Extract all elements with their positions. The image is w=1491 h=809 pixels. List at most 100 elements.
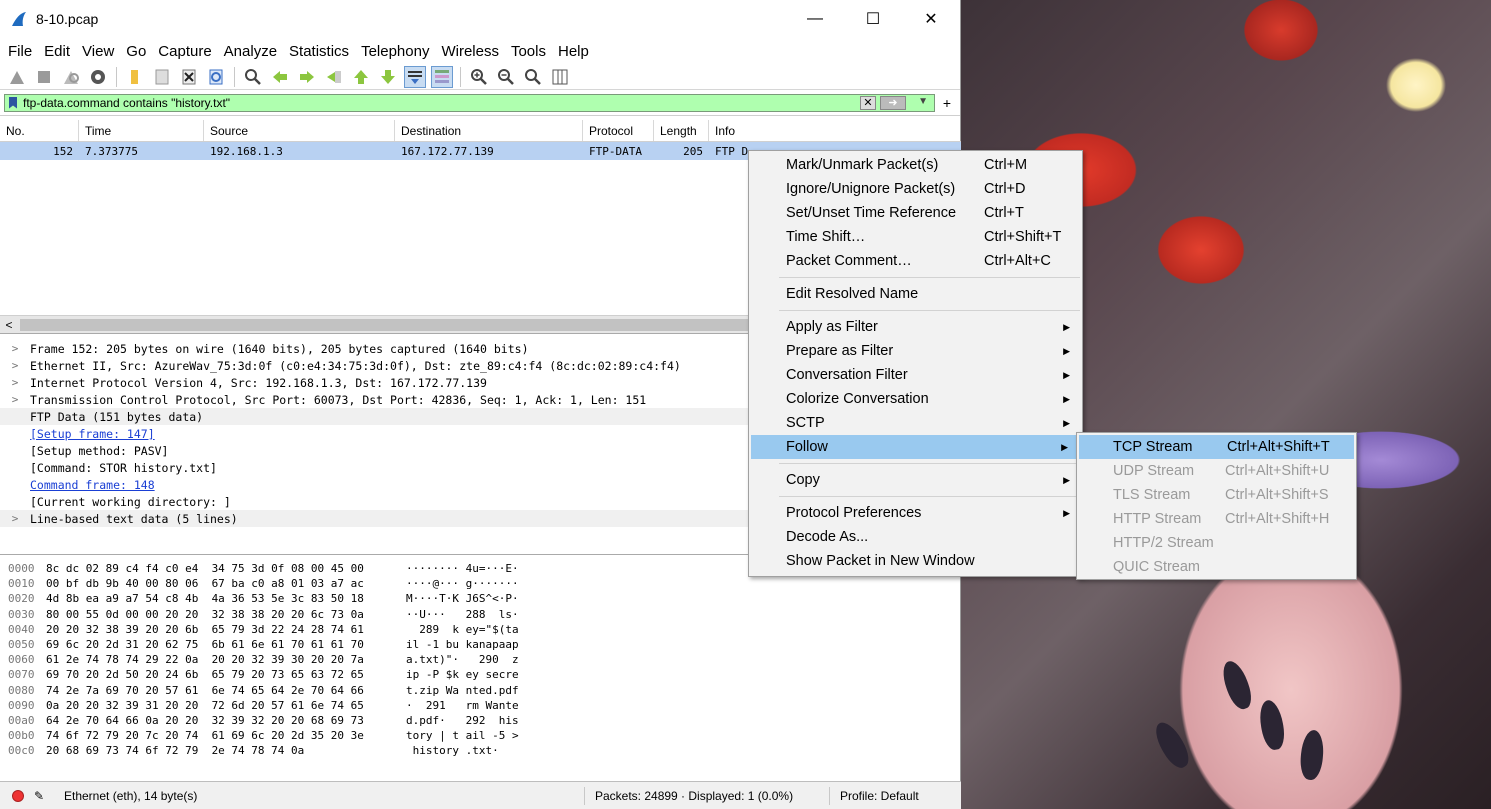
- menu-statistics[interactable]: Statistics: [283, 43, 355, 60]
- maximize-button[interactable]: ☐: [844, 0, 902, 38]
- bytes-row[interactable]: 00a0 64 2e 70 64 66 0a 20 20 32 39 32 20 …: [0, 714, 961, 729]
- submenu-item-http2-stream[interactable]: HTTP/2 Stream: [1077, 531, 1356, 555]
- submenu-item-http-stream[interactable]: HTTP Stream Ctrl+Alt+Shift+H: [1077, 507, 1356, 531]
- autoscroll-icon[interactable]: [404, 65, 426, 88]
- menu-item-time-reference[interactable]: Set/Unset Time Reference Ctrl+T: [749, 201, 1082, 225]
- menu-item-shortcut: Ctrl+Alt+Shift+U: [1225, 463, 1330, 479]
- status-profile[interactable]: Profile: Default: [829, 786, 929, 805]
- bytes-row[interactable]: 0060 61 2e 74 78 74 29 22 0a 20 20 32 39 …: [0, 653, 961, 668]
- bytes-row[interactable]: 0040 20 20 32 38 39 20 20 6b 65 79 3d 22 …: [0, 623, 961, 638]
- go-forward-icon[interactable]: [296, 66, 318, 88]
- close-button[interactable]: ✕: [902, 0, 960, 38]
- menu-item-protocol-preferences[interactable]: Protocol Preferences ▶: [749, 501, 1082, 525]
- bytes-row[interactable]: 0030 80 00 55 0d 00 00 20 20 32 38 38 20 …: [0, 608, 961, 623]
- menu-item-show-packet-new-window[interactable]: Show Packet in New Window: [749, 549, 1082, 573]
- menu-telephony[interactable]: Telephony: [355, 43, 435, 60]
- menu-item-colorize-conversation[interactable]: Colorize Conversation ▶: [749, 387, 1082, 411]
- minimize-button[interactable]: —: [786, 0, 844, 38]
- menu-wireless[interactable]: Wireless: [435, 43, 505, 60]
- title-bar[interactable]: 8-10.pcap — ☐ ✕: [0, 0, 960, 38]
- close-file-icon[interactable]: [178, 66, 200, 88]
- scroll-left-icon[interactable]: <: [0, 318, 18, 332]
- expand-arrow-icon[interactable]: >: [0, 342, 30, 355]
- menu-item-decode-as[interactable]: Decode As...: [749, 525, 1082, 549]
- menu-item-sctp[interactable]: SCTP ▶: [749, 411, 1082, 435]
- setup-frame-link[interactable]: [Setup frame: 147]: [30, 427, 155, 441]
- edit-comment-icon[interactable]: ✎: [34, 789, 48, 803]
- bytes-row[interactable]: 0090 0a 20 20 32 39 31 20 20 72 6d 20 57 …: [0, 699, 961, 714]
- menu-capture[interactable]: Capture: [152, 43, 217, 60]
- bytes-ascii: 289 k ey="$(ta: [406, 622, 519, 636]
- stop-capture-icon[interactable]: [33, 66, 55, 88]
- start-capture-icon[interactable]: [6, 66, 28, 88]
- clear-filter-icon[interactable]: ✕: [860, 95, 876, 110]
- menu-item-apply-as-filter[interactable]: Apply as Filter ▶: [749, 315, 1082, 339]
- zoom-in-icon[interactable]: [468, 66, 490, 88]
- column-no[interactable]: No.: [0, 120, 79, 141]
- expand-arrow-icon[interactable]: >: [0, 359, 30, 372]
- go-back-icon[interactable]: [269, 66, 291, 88]
- resize-columns-icon[interactable]: [549, 66, 571, 88]
- submenu-item-tls-stream[interactable]: TLS Stream Ctrl+Alt+Shift+S: [1077, 483, 1356, 507]
- menu-edit[interactable]: Edit: [38, 43, 76, 60]
- command-frame-link[interactable]: Command frame: 148: [30, 478, 155, 492]
- apply-filter-arrow-icon[interactable]: ➜: [880, 95, 906, 110]
- capture-options-icon[interactable]: [87, 66, 109, 88]
- column-protocol[interactable]: Protocol: [583, 120, 654, 141]
- bytes-offset: 0080: [8, 683, 35, 697]
- menu-item-time-shift[interactable]: Time Shift… Ctrl+Shift+T: [749, 225, 1082, 249]
- menu-item-mark-packet[interactable]: Mark/Unmark Packet(s) Ctrl+M: [749, 153, 1082, 177]
- column-destination[interactable]: Destination: [395, 120, 583, 141]
- bytes-row[interactable]: 00c0 20 68 69 73 74 6f 72 79 2e 74 78 74 …: [0, 744, 961, 759]
- add-filter-button-icon[interactable]: +: [938, 95, 956, 111]
- reload-file-icon[interactable]: [205, 66, 227, 88]
- menu-item-ignore-packet[interactable]: Ignore/Unignore Packet(s) Ctrl+D: [749, 177, 1082, 201]
- expand-arrow-icon[interactable]: >: [0, 376, 30, 389]
- last-packet-icon[interactable]: [377, 66, 399, 88]
- zoom-out-icon[interactable]: [495, 66, 517, 88]
- find-packet-icon[interactable]: [242, 66, 264, 88]
- menu-analyze[interactable]: Analyze: [218, 43, 283, 60]
- menu-item-packet-comment[interactable]: Packet Comment… Ctrl+Alt+C: [749, 249, 1082, 273]
- bytes-row[interactable]: 0020 4d 8b ea a9 a7 54 c8 4b 4a 36 53 5e …: [0, 592, 961, 607]
- bookmark-icon[interactable]: [9, 96, 17, 109]
- column-length[interactable]: Length: [654, 120, 709, 141]
- column-info[interactable]: Info: [709, 120, 961, 141]
- bytes-ascii: il -1 bu kanapaap: [406, 637, 519, 651]
- menu-file[interactable]: File: [2, 43, 38, 60]
- first-packet-icon[interactable]: [350, 66, 372, 88]
- bytes-row[interactable]: 0010 00 bf db 9b 40 00 80 06 67 ba c0 a8 …: [0, 577, 961, 592]
- bytes-row[interactable]: 0050 69 6c 20 2d 31 20 62 75 6b 61 6e 61 …: [0, 638, 961, 653]
- scrollbar-thumb[interactable]: [20, 319, 750, 331]
- expert-info-icon[interactable]: [12, 789, 24, 802]
- menu-help[interactable]: Help: [552, 43, 595, 60]
- filter-dropdown-icon[interactable]: ▼: [918, 96, 928, 107]
- menu-item-copy[interactable]: Copy ▶: [749, 468, 1082, 492]
- expand-arrow-icon[interactable]: >: [0, 512, 30, 525]
- zoom-normal-icon[interactable]: [522, 66, 544, 88]
- display-filter-input[interactable]: ftp-data.command contains "history.txt" …: [4, 93, 935, 112]
- submenu-item-udp-stream[interactable]: UDP Stream Ctrl+Alt+Shift+U: [1077, 459, 1356, 483]
- follow-submenu: TCP Stream Ctrl+Alt+Shift+T UDP Stream Ctr…: [1076, 432, 1357, 580]
- go-to-packet-icon[interactable]: [323, 66, 345, 88]
- menu-item-shortcut: Ctrl+Alt+Shift+H: [1225, 511, 1330, 527]
- expand-arrow-icon[interactable]: >: [0, 393, 30, 406]
- bytes-row[interactable]: 0070 69 70 20 2d 50 20 24 6b 65 79 20 73 …: [0, 668, 961, 683]
- bytes-row[interactable]: 0080 74 2e 7a 69 70 20 57 61 6e 74 65 64 …: [0, 684, 961, 699]
- restart-capture-icon[interactable]: [60, 66, 82, 88]
- menu-item-conversation-filter[interactable]: Conversation Filter ▶: [749, 363, 1082, 387]
- colorize-icon[interactable]: [431, 65, 453, 88]
- save-file-icon[interactable]: [151, 66, 173, 88]
- submenu-item-quic-stream[interactable]: QUIC Stream: [1077, 555, 1356, 579]
- column-source[interactable]: Source: [204, 120, 395, 141]
- bytes-row[interactable]: 00b0 74 6f 72 79 20 7c 20 74 61 69 6c 20 …: [0, 729, 961, 744]
- menu-go[interactable]: Go: [120, 43, 152, 60]
- submenu-item-tcp-stream[interactable]: TCP Stream Ctrl+Alt+Shift+T: [1079, 435, 1354, 459]
- open-file-icon[interactable]: [124, 66, 146, 88]
- menu-tools[interactable]: Tools: [505, 43, 552, 60]
- column-time[interactable]: Time: [79, 120, 204, 141]
- menu-item-follow[interactable]: Follow ▶: [751, 435, 1080, 459]
- menu-item-edit-resolved-name[interactable]: Edit Resolved Name: [749, 282, 1082, 306]
- menu-view[interactable]: View: [76, 43, 120, 60]
- menu-item-prepare-as-filter[interactable]: Prepare as Filter ▶: [749, 339, 1082, 363]
